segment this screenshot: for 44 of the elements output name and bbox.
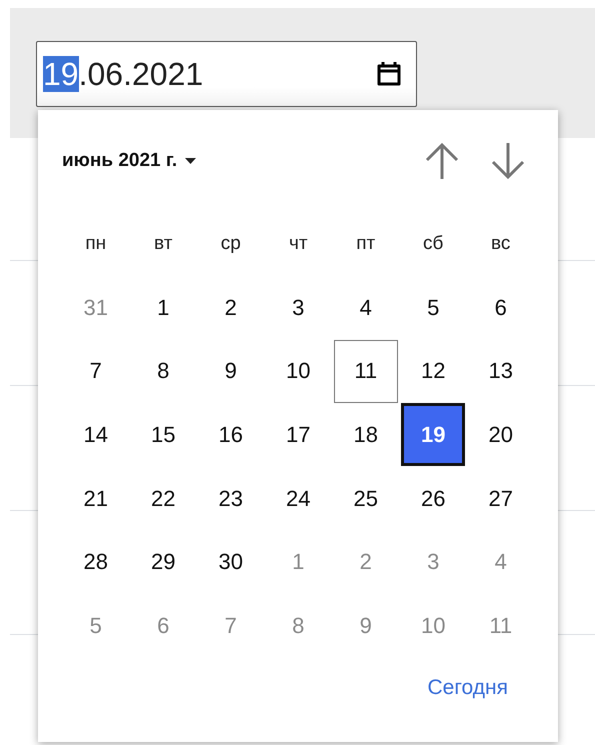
day-cell[interactable]: 30 — [198, 530, 263, 594]
day-cell[interactable]: 29 — [131, 530, 196, 594]
day-cell[interactable]: 13 — [468, 340, 533, 403]
day-cell[interactable]: 16 — [198, 403, 263, 466]
arrow-down-icon[interactable] — [490, 142, 526, 180]
weekday-label: чт — [288, 232, 309, 256]
weekday-label: ср — [220, 232, 242, 256]
calendar-icon[interactable] — [376, 61, 402, 87]
day-cell[interactable]: 10 — [266, 340, 330, 403]
day-cell[interactable]: 27 — [468, 467, 533, 530]
day-cell[interactable]: 8 — [131, 340, 196, 403]
day-cell[interactable]: 3 — [266, 276, 330, 340]
month-dropdown[interactable]: июнь 2021 г. — [62, 150, 196, 172]
day-cell[interactable]: 15 — [131, 403, 196, 466]
day-cell[interactable]: 6 — [468, 276, 533, 340]
day-cell[interactable]: 28 — [64, 530, 128, 594]
day-cell[interactable]: 21 — [64, 467, 128, 530]
weekday-label: сб — [422, 232, 444, 256]
day-cell[interactable]: 2 — [198, 276, 263, 340]
day-cell[interactable]: 17 — [266, 403, 330, 466]
caret-icon — [185, 158, 196, 164]
day-cell[interactable]: 4 — [334, 276, 398, 340]
today-link[interactable]: Сегодня — [428, 676, 508, 700]
date-field[interactable]: 19.06.2021 — [36, 41, 417, 107]
day-cell[interactable]: 9 — [198, 340, 263, 403]
day-cell[interactable]: 1 — [131, 276, 196, 340]
day-cell[interactable]: 23 — [198, 467, 263, 530]
day-cell[interactable]: 25 — [334, 467, 398, 530]
day-cell[interactable]: 5 — [401, 276, 466, 340]
day-cell[interactable]: 7 — [64, 340, 128, 403]
day-cell[interactable]: 12 — [401, 340, 466, 403]
weekday-label: пт — [355, 232, 376, 256]
day-cell[interactable]: 20 — [468, 403, 533, 466]
arrow-up-icon[interactable] — [424, 142, 460, 180]
day-cell[interactable]: 24 — [266, 467, 330, 530]
day-cell[interactable]: 19 — [401, 403, 466, 466]
weekday-label: вт — [153, 232, 174, 256]
day-cell[interactable]: 11 — [334, 340, 398, 403]
day-cell[interactable]: 14 — [64, 403, 128, 466]
day-cell[interactable]: 26 — [401, 467, 466, 530]
day-cell[interactable]: 22 — [131, 467, 196, 530]
day-cell[interactable]: 18 — [334, 403, 398, 466]
weekday-label: пн — [84, 232, 108, 256]
weekday-label: вс — [490, 232, 512, 256]
